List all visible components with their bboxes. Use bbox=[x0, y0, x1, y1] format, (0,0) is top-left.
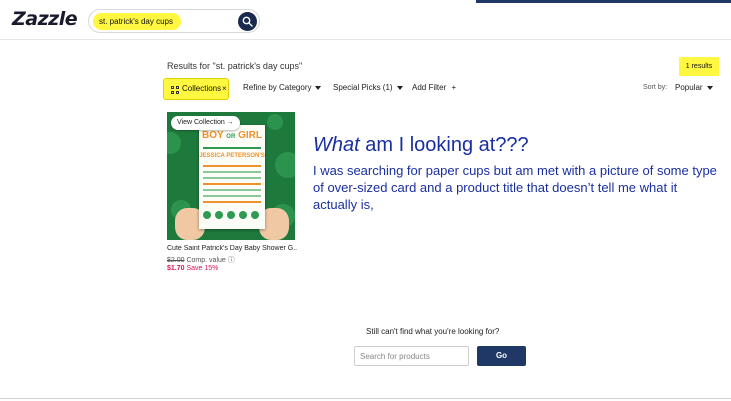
sale-row: $1.70 Save 15% bbox=[167, 265, 218, 272]
collections-chip[interactable]: Collections × bbox=[163, 78, 229, 100]
zazzle-logo[interactable]: Zazzle bbox=[12, 8, 78, 30]
annotation-heading-em: What bbox=[313, 134, 360, 156]
special-picks-dropdown[interactable]: Special Picks (1) bbox=[333, 83, 403, 92]
comp-value-label: Comp. value ⓘ bbox=[186, 257, 235, 264]
invite-girl-text: GIRL bbox=[238, 130, 262, 141]
price-row: $2.00 Comp. value ⓘ bbox=[167, 255, 235, 265]
product-image[interactable]: BOY OR GIRL JESSICA PETERSON'S View Coll… bbox=[167, 112, 295, 240]
annotation-heading: What am I looking at??? bbox=[313, 134, 529, 157]
invitation-card-graphic: BOY OR GIRL JESSICA PETERSON'S bbox=[199, 125, 265, 229]
annotation-heading-rest: am I looking at??? bbox=[359, 134, 529, 156]
save-badge: Save 15% bbox=[186, 265, 219, 272]
chevron-down-icon bbox=[315, 85, 322, 90]
filter-bar: Collections × Refine by Category Special… bbox=[163, 78, 723, 102]
collections-chip-label: Collections bbox=[182, 84, 222, 93]
refine-by-category-dropdown[interactable]: Refine by Category bbox=[243, 83, 322, 92]
special-picks-label: Special Picks (1) bbox=[333, 83, 393, 92]
add-filter-button[interactable]: Add Filter + bbox=[412, 83, 456, 92]
sort-value: Popular bbox=[675, 83, 703, 92]
search-bar[interactable]: st. patrick's day cups bbox=[88, 9, 260, 33]
product-title[interactable]: Cute Saint Patrick's Day Baby Shower G..… bbox=[167, 245, 297, 252]
no-results-prompt: Still can't find what you're looking for… bbox=[366, 327, 500, 336]
search-button[interactable] bbox=[238, 12, 257, 31]
add-filter-label: Add Filter bbox=[412, 83, 447, 92]
annotation-body: I was searching for paper cups but am me… bbox=[313, 163, 717, 212]
original-price: $2.00 bbox=[167, 257, 185, 264]
invite-name-text: JESSICA PETERSON'S bbox=[199, 153, 265, 159]
chevron-down-icon bbox=[706, 85, 713, 90]
search-input-value[interactable]: st. patrick's day cups bbox=[93, 13, 181, 30]
invite-boy-text: BOY bbox=[202, 130, 224, 141]
grid-icon bbox=[171, 86, 179, 94]
plus-icon: + bbox=[451, 83, 457, 92]
sort-dropdown[interactable]: Popular bbox=[675, 83, 713, 92]
invite-or-text: OR bbox=[226, 134, 236, 140]
sort-by-label: Sort by: bbox=[643, 84, 668, 91]
refine-by-category-label: Refine by Category bbox=[243, 83, 312, 92]
chevron-down-icon bbox=[396, 85, 403, 90]
sale-price: $1.70 bbox=[167, 265, 185, 272]
bottom-search-input[interactable] bbox=[354, 346, 469, 366]
view-collection-button[interactable]: View Collection → bbox=[171, 116, 240, 130]
results-heading: Results for "st. patrick's day cups" bbox=[167, 61, 303, 71]
magnifier-icon bbox=[242, 16, 253, 27]
remove-filter-icon[interactable]: × bbox=[222, 79, 227, 99]
site-header: Zazzle st. patrick's day cups bbox=[0, 0, 731, 40]
results-count: 1 results bbox=[679, 57, 719, 76]
go-button[interactable]: Go bbox=[477, 346, 526, 366]
footer-divider bbox=[0, 398, 731, 399]
top-accent-bar bbox=[476, 0, 731, 3]
